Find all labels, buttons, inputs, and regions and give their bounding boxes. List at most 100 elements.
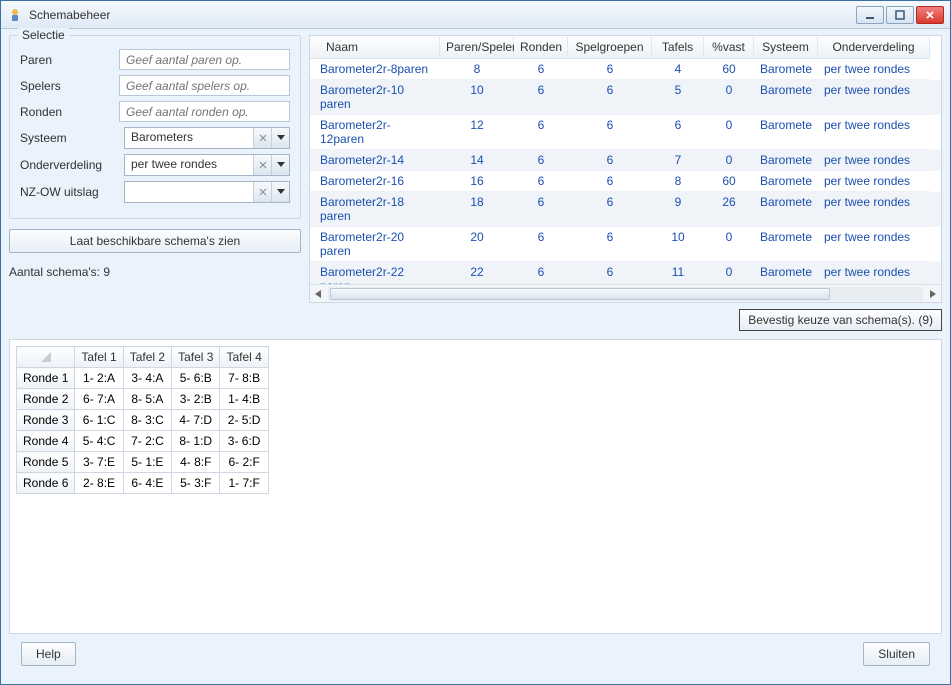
- scroll-left-icon[interactable]: [310, 285, 326, 302]
- help-button[interactable]: Help: [21, 642, 76, 666]
- grid-row[interactable]: Barometer2r-20 paren2066100Barometeper t…: [310, 227, 941, 262]
- col-ronden[interactable]: Ronden: [514, 36, 568, 59]
- col-vast[interactable]: %vast: [704, 36, 754, 59]
- cell-onder: per twee rondes: [818, 150, 930, 171]
- schedule-row-header[interactable]: Ronde 4: [17, 431, 75, 452]
- cell-tafels: 5: [652, 80, 704, 115]
- schedule-col-header[interactable]: Tafel 3: [172, 347, 220, 368]
- schedule-cell[interactable]: 2- 8:E: [75, 473, 123, 494]
- nzow-combo[interactable]: [124, 181, 290, 203]
- grid-row[interactable]: Barometer2r-8paren866460Barometeper twee…: [310, 59, 941, 80]
- combo-clear-icon[interactable]: [253, 128, 271, 148]
- minimize-button[interactable]: [856, 6, 884, 24]
- onderverdeling-label: Onderverdeling: [20, 158, 124, 172]
- chevron-down-icon[interactable]: [271, 155, 289, 175]
- schedule-cell[interactable]: 8- 1:D: [172, 431, 220, 452]
- schedule-cell[interactable]: 8- 3:C: [123, 410, 171, 431]
- schedule-cell[interactable]: 1- 7:F: [220, 473, 268, 494]
- cell-ronden: 6: [514, 115, 568, 150]
- schedule-cell[interactable]: 4- 8:F: [172, 452, 220, 473]
- grid-row[interactable]: Barometer2r-10 paren106650Barometeper tw…: [310, 80, 941, 115]
- schedule-cell[interactable]: 3- 4:A: [123, 368, 171, 389]
- systeem-combo[interactable]: Barometers: [124, 127, 290, 149]
- schedule-cell[interactable]: 8- 5:A: [123, 389, 171, 410]
- grid-row[interactable]: Barometer2r-161666860Barometeper twee ro…: [310, 171, 941, 192]
- schedule-row-header[interactable]: Ronde 1: [17, 368, 75, 389]
- schedule-cell[interactable]: 5- 3:F: [172, 473, 220, 494]
- cell-naam: Barometer2r-8paren: [310, 59, 440, 80]
- grid-header: Naam Paren/Spelers Ronden Spelgroepen Ta…: [310, 36, 941, 59]
- chevron-down-icon[interactable]: [271, 128, 289, 148]
- scroll-thumb[interactable]: [330, 288, 830, 300]
- cell-tafels: 9: [652, 192, 704, 227]
- spelers-input[interactable]: [119, 75, 290, 96]
- scroll-right-icon[interactable]: [925, 285, 941, 302]
- schedule-table: Tafel 1Tafel 2Tafel 3Tafel 4 Ronde 11- 2:…: [16, 346, 269, 494]
- cell-onder: per twee rondes: [818, 227, 930, 262]
- schedule-cell[interactable]: 5- 6:B: [172, 368, 220, 389]
- cell-vast: 26: [704, 192, 754, 227]
- paren-label: Paren: [20, 53, 119, 67]
- schedule-row-header[interactable]: Ronde 6: [17, 473, 75, 494]
- cell-spel: 6: [568, 150, 652, 171]
- cell-naam: Barometer2r-12paren: [310, 115, 440, 150]
- cell-vast: 60: [704, 171, 754, 192]
- col-spelgroepen[interactable]: Spelgroepen: [568, 36, 652, 59]
- close-button[interactable]: [916, 6, 944, 24]
- col-onderverdeling[interactable]: Onderverdeling: [818, 36, 930, 59]
- grid-row[interactable]: Barometer2r-18 paren1866926Barometeper t…: [310, 192, 941, 227]
- show-schemas-button[interactable]: Laat beschikbare schema's zien: [9, 229, 301, 253]
- cell-onder: per twee rondes: [818, 59, 930, 80]
- col-naam[interactable]: Naam: [310, 36, 440, 59]
- schedule-row-header[interactable]: Ronde 5: [17, 452, 75, 473]
- schedule-cell[interactable]: 7- 2:C: [123, 431, 171, 452]
- schedule-cell[interactable]: 4- 7:D: [172, 410, 220, 431]
- schedule-col-header[interactable]: Tafel 4: [220, 347, 268, 368]
- cell-spel: 6: [568, 192, 652, 227]
- paren-input[interactable]: [119, 49, 290, 70]
- schedule-cell[interactable]: 3- 2:B: [172, 389, 220, 410]
- schedule-cell[interactable]: 7- 8:B: [220, 368, 268, 389]
- maximize-button[interactable]: [886, 6, 914, 24]
- grid-horizontal-scrollbar[interactable]: [310, 284, 941, 302]
- cell-vast: 0: [704, 150, 754, 171]
- schedule-cell[interactable]: 1- 2:A: [75, 368, 123, 389]
- schedule-cell[interactable]: 6- 2:F: [220, 452, 268, 473]
- sluiten-button[interactable]: Sluiten: [863, 642, 930, 666]
- schedule-cell[interactable]: 5- 1:E: [123, 452, 171, 473]
- schedule-cell[interactable]: 1- 4:B: [220, 389, 268, 410]
- schedule-cell[interactable]: 3- 7:E: [75, 452, 123, 473]
- onderverdeling-combo[interactable]: per twee rondes: [124, 154, 290, 176]
- col-systeem[interactable]: Systeem: [754, 36, 818, 59]
- cell-paren: 20: [440, 227, 514, 262]
- cell-naam: Barometer2r-16: [310, 171, 440, 192]
- combo-clear-icon[interactable]: [253, 182, 271, 202]
- confirm-selection-button[interactable]: Bevestig keuze van schema(s). (9): [739, 309, 942, 331]
- chevron-down-icon[interactable]: [271, 182, 289, 202]
- schedule-row-header[interactable]: Ronde 2: [17, 389, 75, 410]
- cell-ronden: 6: [514, 227, 568, 262]
- schedule-cell[interactable]: 3- 6:D: [220, 431, 268, 452]
- combo-clear-icon[interactable]: [253, 155, 271, 175]
- schedule-col-header[interactable]: Tafel 2: [123, 347, 171, 368]
- schedule-cell[interactable]: 6- 4:E: [123, 473, 171, 494]
- schema-grid[interactable]: Naam Paren/Spelers Ronden Spelgroepen Ta…: [309, 35, 942, 303]
- schedule-cell[interactable]: 6- 1:C: [75, 410, 123, 431]
- col-tafels[interactable]: Tafels: [652, 36, 704, 59]
- ronden-input[interactable]: [119, 101, 290, 122]
- cell-ronden: 6: [514, 192, 568, 227]
- grid-row[interactable]: Barometer2r-12paren126660Barometeper twe…: [310, 115, 941, 150]
- schedule-cell[interactable]: 5- 4:C: [75, 431, 123, 452]
- schedule-panel: Tafel 1Tafel 2Tafel 3Tafel 4 Ronde 11- 2:…: [9, 339, 942, 634]
- grid-row[interactable]: Barometer2r-22 paren2266110Barometeper t…: [310, 262, 941, 284]
- schedule-col-header[interactable]: Tafel 1: [75, 347, 123, 368]
- col-paren[interactable]: Paren/Spelers: [440, 36, 514, 59]
- cell-onder: per twee rondes: [818, 80, 930, 115]
- schedule-row-header[interactable]: Ronde 3: [17, 410, 75, 431]
- grid-row[interactable]: Barometer2r-14146670Barometeper twee ron…: [310, 150, 941, 171]
- cell-tafels: 7: [652, 150, 704, 171]
- schedule-cell[interactable]: 6- 7:A: [75, 389, 123, 410]
- schedule-cell[interactable]: 2- 5:D: [220, 410, 268, 431]
- scroll-track[interactable]: [328, 287, 923, 301]
- cell-naam: Barometer2r-10 paren: [310, 80, 440, 115]
